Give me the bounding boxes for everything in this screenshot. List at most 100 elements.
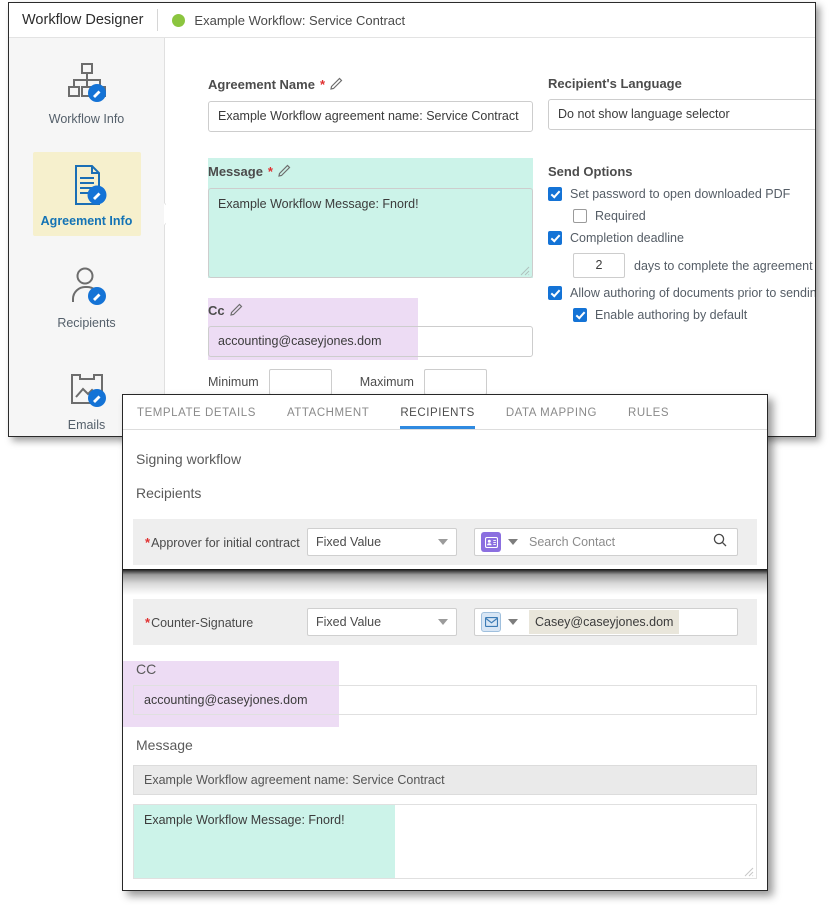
panel-seam-shadow	[123, 569, 767, 595]
required-marker: *	[267, 164, 273, 179]
chevron-down-icon	[438, 539, 448, 545]
edit-pencil-icon[interactable]	[278, 163, 292, 180]
app-title: Workflow Designer	[22, 12, 144, 28]
recipient-row-approver: *Approver for initial contract Fixed Val…	[133, 519, 757, 565]
recipient-source-select[interactable]: Fixed Value	[307, 528, 457, 556]
option-completion-deadline[interactable]: Completion deadline	[548, 231, 815, 245]
checkbox-allow-authoring[interactable]	[548, 286, 562, 300]
recipient-label: *Approver for initial contract	[145, 535, 307, 550]
cc-label-text: Cc	[208, 303, 225, 318]
option-label: Required	[595, 209, 646, 223]
sidebar-item-agreement-info[interactable]: Agreement Info	[32, 152, 141, 236]
cc-input[interactable]: accounting@caseyjones.dom	[208, 326, 533, 357]
recipient-source-select[interactable]: Fixed Value	[307, 608, 457, 636]
overlay-cc-label: CC	[136, 661, 157, 677]
recipient-contact-field[interactable]: Search Contact	[474, 528, 738, 556]
overlay-tab-bar: TEMPLATE DETAILS ATTACHMENT RECIPIENTS D…	[123, 395, 767, 430]
form-column-right: Recipient's Language Do not show languag…	[548, 38, 815, 322]
checkbox-required[interactable]	[573, 209, 587, 223]
form-column-left: Agreement Name * Example Workflow agreeme…	[208, 38, 533, 395]
sidebar: Workflow Info Agreement Info Recipients …	[9, 38, 165, 436]
recipient-language-label: Recipient's Language	[548, 76, 682, 91]
search-icon[interactable]	[713, 533, 727, 552]
recipient-row-counter-signature: *Counter-Signature Fixed Value Casey@cas…	[133, 599, 757, 645]
sidebar-item-label: Agreement Info	[40, 214, 133, 228]
envelope-icon[interactable]	[481, 612, 501, 632]
recipient-source-value: Fixed Value	[316, 615, 382, 629]
contact-card-icon[interactable]	[481, 532, 501, 552]
contact-email-value[interactable]: Casey@caseyjones.dom	[529, 610, 680, 634]
workflow-designer-window: Workflow Designer Example Workflow: Serv…	[8, 2, 816, 437]
workflow-name: Example Workflow: Service Contract	[194, 12, 406, 28]
recipient-source-value: Fixed Value	[316, 535, 382, 549]
message-textarea-value: Example Workflow Message: Fnord!	[218, 197, 419, 211]
sidebar-item-recipients[interactable]: Recipients	[33, 254, 141, 338]
chevron-down-icon	[438, 619, 448, 625]
edit-pencil-icon[interactable]	[330, 76, 344, 93]
tab-recipients[interactable]: RECIPIENTS	[400, 395, 475, 429]
sidebar-item-label: Workflow Info	[48, 112, 125, 126]
tab-data-mapping[interactable]: DATA MAPPING	[506, 395, 597, 429]
screenshot-root: Workflow Designer Example Workflow: Serv…	[0, 0, 830, 905]
option-label: Set password to open downloaded PDF	[570, 187, 791, 201]
maximum-label: Maximum	[359, 375, 414, 389]
agreement-name-input[interactable]: Example Workflow agreement name: Service…	[208, 101, 533, 132]
org-chart-edit-icon	[33, 59, 141, 107]
option-label: Allow authoring of documents prior to se…	[570, 286, 815, 300]
agreement-name-label-text: Agreement Name	[208, 77, 315, 92]
checkbox-enable-authoring-default[interactable]	[573, 308, 587, 322]
minimum-input[interactable]	[268, 369, 332, 395]
document-edit-icon	[33, 161, 141, 209]
message-textarea[interactable]: Example Workflow Message: Fnord!	[208, 188, 533, 278]
signing-workflow-heading: Signing workflow	[136, 451, 242, 467]
required-marker: *	[319, 77, 325, 92]
recipients-heading: Recipients	[136, 485, 202, 501]
option-label: Enable authoring by default	[595, 308, 748, 322]
person-edit-icon	[33, 263, 141, 311]
chevron-down-icon[interactable]	[508, 539, 518, 545]
recipient-label-text: Counter-Signature	[151, 615, 254, 630]
option-enable-authoring-default[interactable]: Enable authoring by default	[573, 308, 815, 322]
message-label: Message *	[208, 158, 533, 180]
chevron-down-icon[interactable]	[508, 619, 518, 625]
overlay-message-textarea[interactable]: Example Workflow Message: Fnord!	[133, 804, 757, 879]
cc-label: Cc	[208, 298, 533, 319]
checkbox-set-password[interactable]	[548, 187, 562, 201]
resize-grip-icon[interactable]	[520, 265, 530, 276]
contact-search-input[interactable]: Search Contact	[529, 535, 713, 549]
workflow-status-dot	[172, 13, 186, 27]
send-options-heading: Send Options	[548, 164, 633, 179]
app-header: Workflow Designer Example Workflow: Serv…	[9, 3, 815, 38]
checkbox-completion-deadline[interactable]	[548, 231, 562, 245]
minimum-label: Minimum	[208, 375, 259, 389]
option-set-password[interactable]: Set password to open downloaded PDF	[548, 187, 815, 201]
tab-rules[interactable]: RULES	[628, 395, 669, 429]
option-allow-authoring[interactable]: Allow authoring of documents prior to se…	[548, 286, 815, 300]
deadline-days-label: days to complete the agreement	[634, 258, 813, 273]
agreement-info-form: Agreement Name * Example Workflow agreeme…	[166, 38, 815, 436]
header-divider	[157, 9, 159, 31]
overlay-message-label: Message	[136, 737, 193, 753]
overlay-message-body-value: Example Workflow Message: Fnord!	[144, 813, 345, 827]
cc-minmax-row: Minimum Maximum	[208, 369, 533, 395]
sidebar-item-label: Recipients	[57, 316, 116, 330]
tab-attachment[interactable]: ATTACHMENT	[287, 395, 369, 429]
agreement-name-label: Agreement Name *	[208, 76, 533, 93]
recipient-contact-field[interactable]: Casey@caseyjones.dom	[474, 608, 738, 636]
required-marker: *	[145, 614, 151, 630]
recipient-language-select[interactable]: Do not show language selector	[548, 99, 815, 130]
tab-template-details[interactable]: TEMPLATE DETAILS	[137, 395, 256, 429]
overlay-cc-input[interactable]: accounting@caseyjones.dom	[133, 685, 757, 715]
resize-grip-icon[interactable]	[744, 866, 754, 877]
maximum-input[interactable]	[423, 369, 487, 395]
message-label-text: Message	[208, 164, 263, 179]
option-required[interactable]: Required	[573, 209, 815, 223]
option-label: Completion deadline	[570, 231, 684, 245]
recipient-label: *Counter-Signature	[145, 615, 307, 630]
overlay-body: Signing workflow Recipients *Approver fo…	[123, 451, 767, 879]
deadline-days-input[interactable]: 2	[573, 253, 625, 278]
overlay-message-subject[interactable]: Example Workflow agreement name: Service…	[133, 765, 757, 795]
deadline-days-row: 2 days to complete the agreement	[573, 253, 815, 278]
sidebar-item-workflow-info[interactable]: Workflow Info	[33, 50, 141, 134]
edit-pencil-icon[interactable]	[229, 302, 244, 319]
